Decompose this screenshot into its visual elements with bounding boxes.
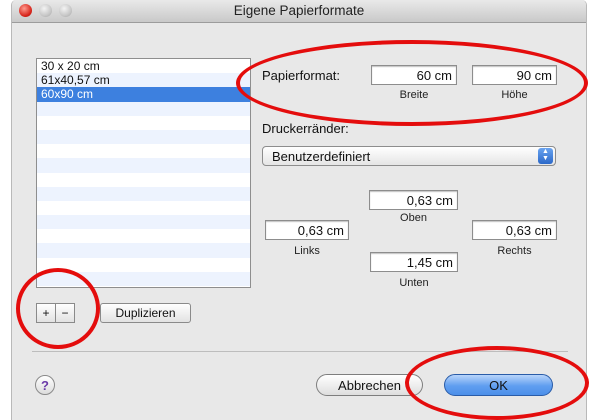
page-setup-dialog: Eigene Papierformate 30 x 20 cm 61x40,57…	[11, 0, 587, 420]
empty-list-row	[37, 271, 250, 286]
popup-arrows-icon: ▲ ▼	[538, 148, 553, 164]
empty-list-row	[37, 129, 250, 145]
paper-size-list[interactable]: 30 x 20 cm 61x40,57 cm 60x90 cm	[36, 58, 251, 288]
paper-height-field[interactable]: 90 cm	[472, 65, 557, 85]
empty-list-row	[37, 158, 250, 173]
empty-list-row	[37, 243, 250, 258]
empty-list-row	[37, 258, 250, 272]
left-margin-caption: Links	[294, 245, 320, 257]
empty-list-row	[37, 215, 250, 230]
empty-list-row	[37, 229, 250, 243]
empty-list-row	[37, 101, 250, 116]
bottom-margin-field[interactable]: 1,45 cm	[370, 252, 458, 272]
margins-preset-popup[interactable]: Benutzerdefiniert ▲ ▼	[262, 146, 556, 166]
paper-height-caption: Höhe	[501, 89, 528, 101]
ok-button[interactable]: OK	[444, 374, 553, 396]
empty-list-row	[37, 116, 250, 130]
paper-size-list-item-selected[interactable]: 60x90 cm	[37, 87, 250, 102]
right-margin-caption: Rechts	[497, 245, 532, 257]
paper-size-list-item[interactable]: 30 x 20 cm	[37, 59, 250, 73]
empty-list-row	[37, 144, 250, 158]
footer-divider	[32, 351, 568, 352]
paper-size-list-item[interactable]: 61x40,57 cm	[37, 73, 250, 88]
cancel-button[interactable]: Abbrechen	[316, 374, 423, 396]
help-button[interactable]: ?	[35, 375, 55, 395]
remove-paper-size-button[interactable]: −	[55, 303, 75, 323]
duplicate-button[interactable]: Duplizieren	[100, 303, 191, 323]
top-margin-field[interactable]: 0,63 cm	[369, 190, 458, 210]
window-title: Eigene Papierformate	[233, 3, 365, 18]
paper-width-field[interactable]: 60 cm	[371, 65, 457, 85]
left-margin-field[interactable]: 0,63 cm	[265, 220, 349, 240]
paper-size-label: Papierformat:	[262, 68, 341, 83]
margins-preset-value: Benutzerdefiniert	[272, 149, 371, 164]
paper-width-caption: Breite	[399, 89, 429, 101]
titlebar: Eigene Papierformate	[12, 0, 586, 23]
add-paper-size-button[interactable]: +	[36, 303, 56, 323]
top-margin-caption: Oben	[400, 212, 427, 224]
empty-list-row	[37, 201, 250, 215]
margins-label: Druckerränder:	[262, 121, 349, 136]
empty-list-row	[37, 173, 250, 187]
empty-list-row	[37, 186, 250, 201]
bottom-margin-caption: Unten	[399, 277, 429, 289]
right-margin-field[interactable]: 0,63 cm	[472, 220, 557, 240]
